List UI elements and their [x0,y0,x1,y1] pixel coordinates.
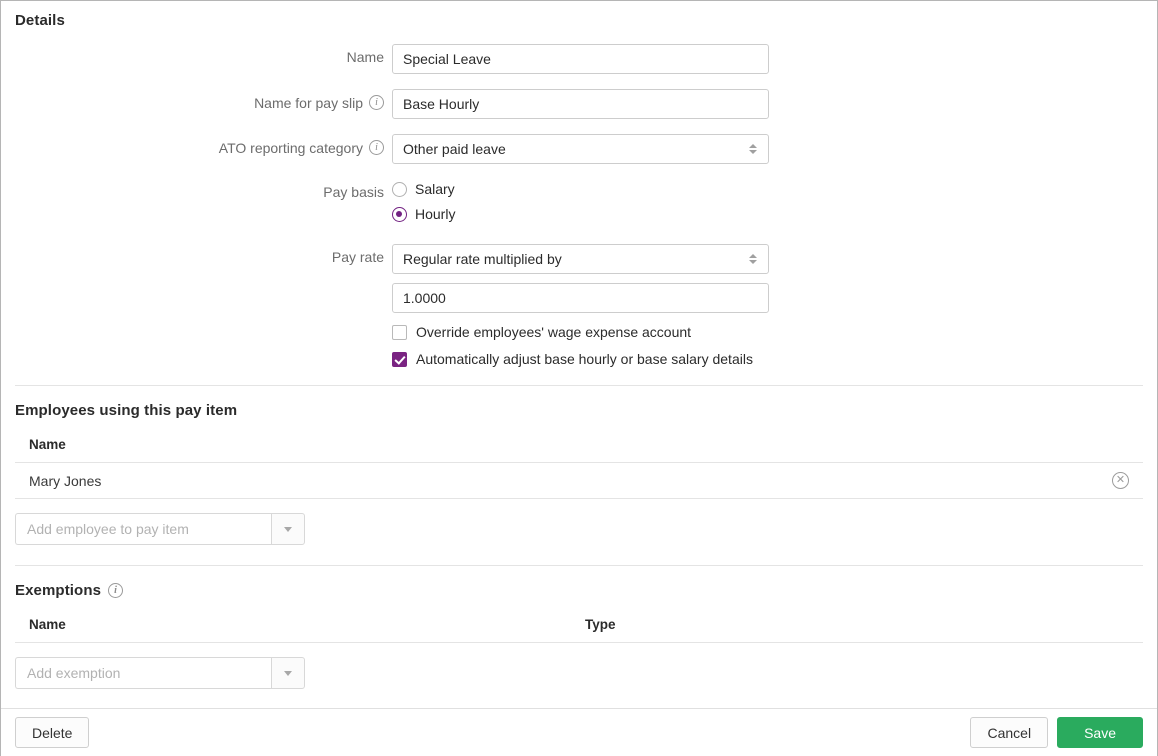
radio-icon-salary[interactable] [392,182,407,197]
pay-slip-name-field-wrap: Base Hourly [392,89,769,119]
pay-basis-radio-group: Salary Hourly [392,179,455,229]
column-header-type: Type [585,617,1143,632]
exemptions-title: Exemptions [15,582,101,599]
stepper-icon [748,144,758,154]
form-row-pay-slip-name: Name for pay slip i Base Hourly [1,89,1157,119]
name-input-value: Special Leave [403,51,491,67]
add-exemption-combo[interactable]: Add exemption [15,657,305,689]
pay-slip-name-input[interactable]: Base Hourly [392,89,769,119]
exemptions-table-header: Name Type [15,617,1143,643]
column-header-name: Name [29,617,585,632]
form-row-pay-basis: Pay basis Salary Hourly [1,179,1157,229]
details-header: Details [1,1,1157,29]
label-ato-category: ATO reporting category i [1,134,384,155]
footer-right-actions: Cancel Save [970,717,1143,748]
employees-table: Name Mary Jones ✕ [15,437,1143,499]
add-exemption-input[interactable]: Add exemption [15,657,271,689]
footer-actions: Delete Cancel Save [1,708,1157,756]
name-input[interactable]: Special Leave [392,44,769,74]
cancel-button[interactable]: Cancel [970,717,1048,748]
add-employee-dropdown-button[interactable] [271,513,305,545]
ato-category-select[interactable]: Other paid leave [392,134,769,164]
label-pay-rate-text: Pay rate [332,250,384,264]
checkbox-icon-auto-adjust[interactable] [392,352,407,367]
radio-option-salary[interactable]: Salary [392,179,455,199]
checkbox-icon-override[interactable] [392,325,407,340]
form-row-pay-rate: Pay rate Regular rate multiplied by 1.00… [1,244,1157,367]
label-pay-slip-name-text: Name for pay slip [254,96,363,110]
checkbox-auto-adjust-base[interactable]: Automatically adjust base hourly or base… [392,351,769,367]
checkbox-label-auto-adjust: Automatically adjust base hourly or base… [416,351,753,367]
employees-table-header: Name [15,437,1143,463]
checkbox-label-override: Override employees' wage expense account [416,324,691,340]
add-employee-input[interactable]: Add employee to pay item [15,513,271,545]
label-name-text: Name [347,50,384,64]
add-exemption-dropdown-button[interactable] [271,657,305,689]
details-form: Name Special Leave Name for pay slip i B… [1,44,1157,385]
label-pay-slip-name: Name for pay slip i [1,89,384,110]
checkbox-override-wage-expense[interactable]: Override employees' wage expense account [392,324,769,340]
radio-label-salary: Salary [415,181,455,197]
label-name: Name [1,44,384,64]
pay-rate-select-value: Regular rate multiplied by [403,251,562,267]
chevron-down-icon [284,527,292,532]
pay-rate-multiplier-input[interactable]: 1.0000 [392,283,769,313]
pay-rate-select[interactable]: Regular rate multiplied by [392,244,769,274]
label-ato-category-text: ATO reporting category [219,141,363,155]
label-pay-basis: Pay basis [1,179,384,199]
name-field-wrap: Special Leave [392,44,769,74]
radio-option-hourly[interactable]: Hourly [392,204,455,224]
column-header-name: Name [29,437,585,452]
save-button[interactable]: Save [1057,717,1143,748]
ato-category-field-wrap: Other paid leave [392,134,769,164]
table-row[interactable]: Mary Jones ✕ [15,463,1143,499]
employees-section: Employees using this pay item [1,386,1157,419]
chevron-down-icon [284,671,292,676]
label-pay-basis-text: Pay basis [323,185,384,199]
remove-circle-icon[interactable]: ✕ [1112,472,1129,489]
label-pay-rate: Pay rate [1,244,384,264]
pay-rate-multiplier-value: 1.0000 [403,290,446,306]
page-title: Details [15,12,1157,29]
exemptions-table: Name Type [15,617,1143,643]
radio-label-hourly: Hourly [415,206,455,222]
employee-name: Mary Jones [29,473,585,489]
form-row-ato-category: ATO reporting category i Other paid leav… [1,134,1157,164]
info-icon[interactable]: i [369,140,384,155]
radio-icon-hourly[interactable] [392,207,407,222]
exemptions-title-row: Exemptions i [15,582,1143,599]
add-employee-combo[interactable]: Add employee to pay item [15,513,305,545]
form-row-name: Name Special Leave [1,44,1157,74]
exemptions-section: Exemptions i [1,566,1157,599]
stepper-icon [748,254,758,264]
pay-item-details-window: Details Name Special Leave Name for pay … [0,0,1158,756]
ato-category-select-value: Other paid leave [403,141,506,157]
pay-slip-name-input-value: Base Hourly [403,96,479,112]
info-icon[interactable]: i [369,95,384,110]
employees-title: Employees using this pay item [15,402,1143,419]
info-icon[interactable]: i [108,583,123,598]
delete-button[interactable]: Delete [15,717,89,748]
pay-rate-group: Regular rate multiplied by 1.0000 Overri… [392,244,769,367]
